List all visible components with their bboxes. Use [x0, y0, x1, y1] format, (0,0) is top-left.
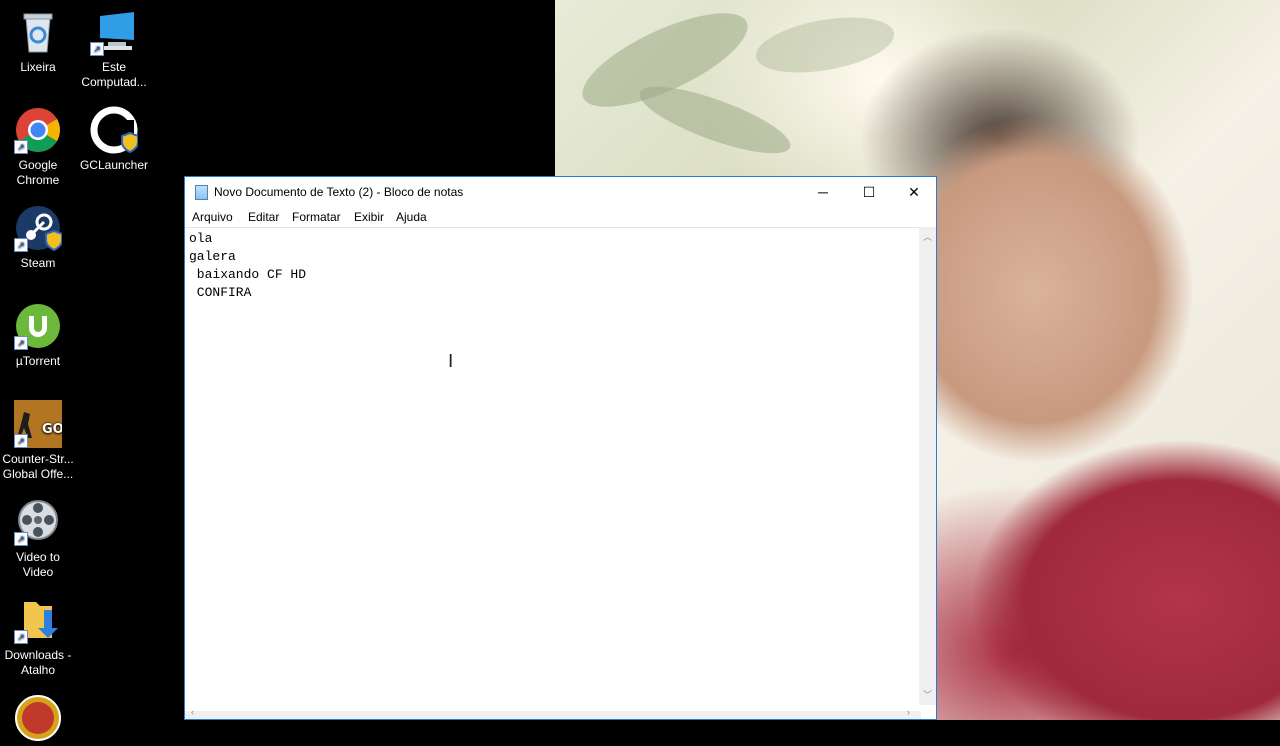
desktop-icon-video-to-video[interactable]: ↗ Video to Video: [0, 498, 76, 580]
menu-bar: Arquivo Editar Formatar Exibir Ajuda: [185, 207, 936, 227]
gclauncher-icon: [90, 106, 139, 154]
title-bar[interactable]: Novo Documento de Texto (2) - Bloco de n…: [185, 177, 936, 207]
chrome-icon: ↗: [14, 106, 62, 154]
close-button[interactable]: ✕: [891, 177, 937, 207]
svg-text:GO: GO: [42, 422, 62, 437]
text-cursor-icon: I: [448, 351, 454, 372]
menu-exibir[interactable]: Exibir: [354, 210, 384, 224]
downloads-folder-icon: ↗: [14, 596, 62, 644]
text-editor[interactable]: ola galera baixando CF HD CONFIRA: [185, 227, 921, 714]
steam-icon: ↗: [14, 204, 63, 252]
desktop-icon-utorrent[interactable]: ↗ µTorrent: [0, 302, 76, 369]
scroll-down-icon[interactable]: ﹀: [923, 688, 932, 701]
desktop-icon-partial[interactable]: [0, 694, 76, 746]
notepad-window[interactable]: Novo Documento de Texto (2) - Bloco de n…: [184, 176, 937, 720]
desktop-icon-google-chrome[interactable]: ↗ Google Chrome: [0, 106, 76, 188]
this-pc-icon: ↗: [90, 8, 138, 56]
desktop-icon-steam[interactable]: ↗ Steam: [0, 204, 76, 271]
desktop-icon-counter-strike[interactable]: GO ↗ Counter-Str... Global Offe...: [0, 400, 76, 482]
minimize-button[interactable]: ─: [800, 177, 846, 207]
menu-editar[interactable]: Editar: [248, 210, 279, 224]
app-icon: [14, 694, 62, 742]
window-title: Novo Documento de Texto (2) - Bloco de n…: [214, 185, 464, 199]
maximize-button[interactable]: ☐: [846, 177, 892, 207]
notepad-icon: [195, 185, 208, 200]
wallpaper-foliage: [632, 73, 798, 167]
scroll-right-icon[interactable]: ›: [907, 707, 910, 717]
menu-arquivo[interactable]: Arquivo: [192, 210, 233, 224]
menu-ajuda[interactable]: Ajuda: [396, 210, 427, 224]
wallpaper-foliage: [751, 8, 899, 82]
vertical-scrollbar[interactable]: ︿ ﹀: [919, 227, 936, 705]
editor-content[interactable]: ola galera baixando CF HD CONFIRA: [185, 228, 921, 304]
desktop-icon-downloads[interactable]: ↗ Downloads - Atalho: [0, 596, 76, 678]
recycle-bin-icon: [14, 8, 62, 56]
scroll-left-icon[interactable]: ‹: [191, 707, 194, 717]
horizontal-scrollbar[interactable]: ‹ ›: [185, 707, 921, 719]
utorrent-icon: ↗: [14, 302, 62, 350]
csgo-icon: GO ↗: [14, 400, 64, 448]
desktop-icon-recycle-bin[interactable]: Lixeira: [0, 8, 76, 75]
desktop-icon-this-pc[interactable]: ↗ Este Computad...: [76, 8, 152, 90]
menu-formatar[interactable]: Formatar: [292, 210, 341, 224]
video-to-video-icon: ↗: [14, 498, 62, 546]
scroll-up-icon[interactable]: ︿: [923, 230, 932, 243]
desktop-icon-gclauncher[interactable]: GCLauncher: [76, 106, 152, 173]
